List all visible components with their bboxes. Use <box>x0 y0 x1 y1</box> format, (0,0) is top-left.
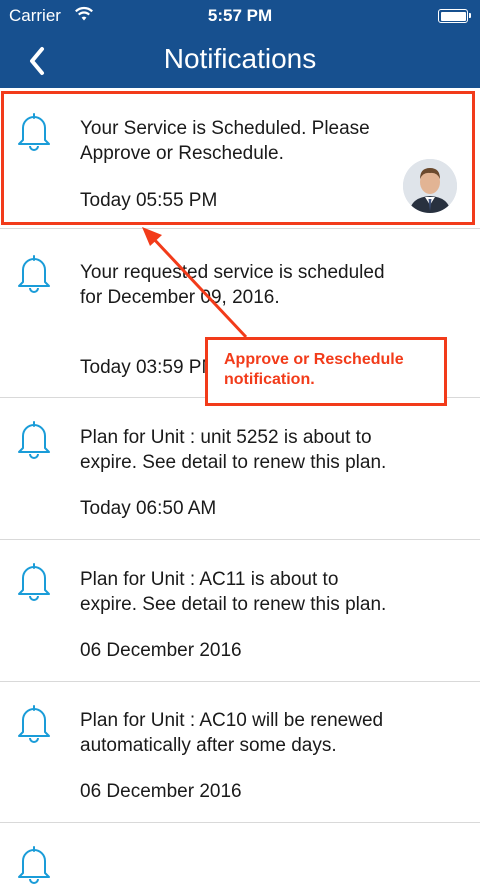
annotation-line-2: notification. <box>224 371 315 388</box>
notification-message: Plan for Unit : AC10 will be renewed aut… <box>80 710 384 756</box>
bell-icon <box>16 420 52 460</box>
status-time: 5:57 PM <box>207 6 273 25</box>
bell-icon <box>16 254 52 294</box>
notification-timestamp: 06 December 2016 <box>80 640 242 661</box>
notification-item-partial[interactable] <box>0 823 480 884</box>
highlight-box <box>1 91 475 225</box>
notification-timestamp: 06 December 2016 <box>80 781 242 802</box>
notification-message: Plan for Unit : unit 5252 is about to ex… <box>80 427 387 473</box>
navigation-bar: Notifications <box>0 34 480 88</box>
notification-timestamp: Today 06:50 AM <box>80 498 217 519</box>
page-title: Notifications <box>163 43 317 74</box>
annotation-text: Approve or Reschedule notification. <box>224 350 404 390</box>
status-bar: Carrier 5:57 PM <box>0 0 480 34</box>
bell-icon <box>16 845 52 885</box>
notification-timestamp: Today 03:59 PM <box>80 357 218 378</box>
notification-item[interactable]: Plan for Unit : unit 5252 is about to ex… <box>0 398 480 540</box>
battery-icon <box>438 9 471 23</box>
notification-message: Plan for Unit : AC11 is about to expire.… <box>80 569 387 615</box>
notification-item[interactable]: Plan for Unit : AC11 is about to expire.… <box>0 540 480 682</box>
notification-message: Your requested service is scheduled for … <box>80 262 385 308</box>
bell-icon <box>16 704 52 744</box>
annotation-line-1: Approve or Reschedule <box>224 351 404 368</box>
notification-item[interactable]: Plan for Unit : AC10 will be renewed aut… <box>0 682 480 823</box>
bell-icon <box>16 562 52 602</box>
annotation-callout: Approve or Reschedule notification. <box>205 337 447 406</box>
